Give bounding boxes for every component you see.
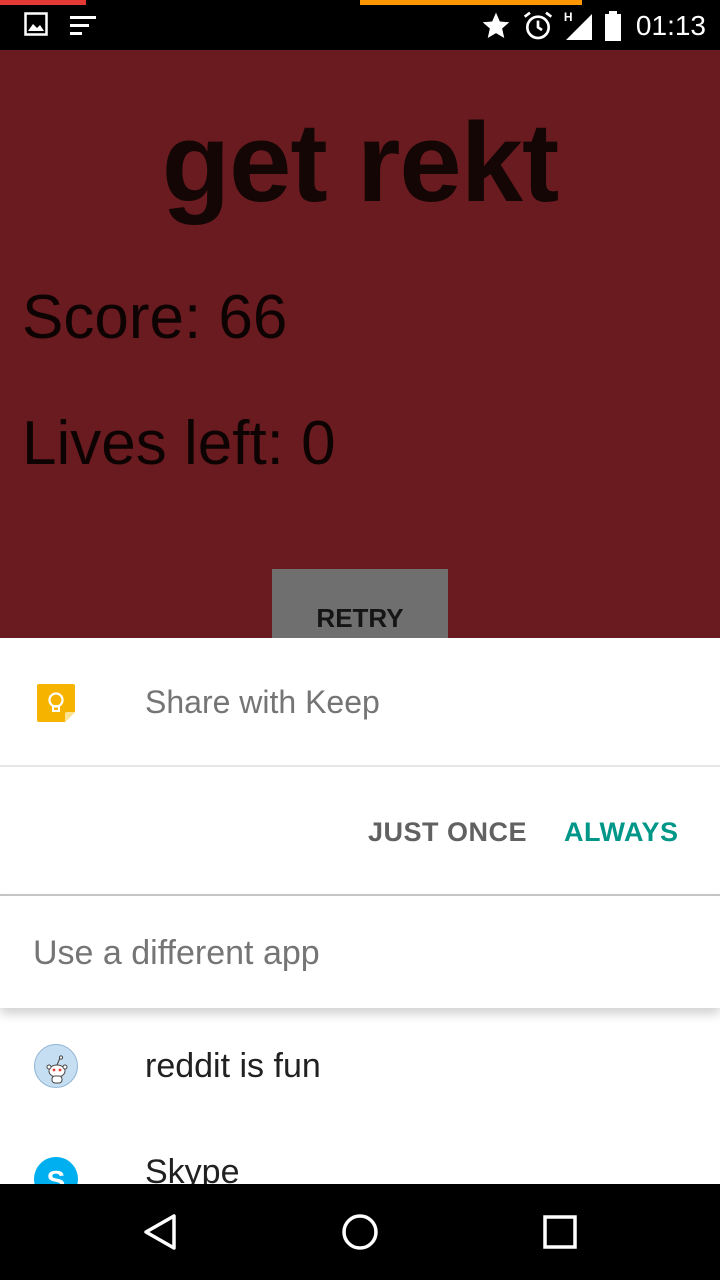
use-different-app-row[interactable]: Use a different app <box>0 896 720 1008</box>
alarm-icon <box>523 11 553 40</box>
lives-text: Lives left: 0 <box>22 409 336 478</box>
back-icon[interactable] <box>140 1212 180 1252</box>
game-over-title: get rekt <box>161 100 560 225</box>
keep-icon <box>37 684 75 722</box>
star-icon <box>482 12 510 38</box>
clock: 01:13 <box>635 10 706 41</box>
app-name: reddit is fun <box>145 1047 321 1085</box>
score-text: Score: 66 <box>22 283 288 352</box>
list-notification-icon <box>70 16 96 35</box>
svg-text:S: S <box>47 1165 66 1184</box>
action-buttons: JUST ONCE ALWAYS <box>0 767 720 894</box>
app-name: Skype <box>145 1153 240 1184</box>
use-different-app-label: Use a different app <box>33 934 320 972</box>
always-button[interactable]: ALWAYS <box>564 817 679 848</box>
recents-icon[interactable] <box>540 1212 580 1252</box>
home-icon[interactable] <box>340 1212 380 1252</box>
retry-button[interactable]: RETRY <box>272 569 448 638</box>
reddit-icon <box>34 1044 78 1088</box>
notification-accent-red <box>0 0 86 5</box>
share-sheet: Share with Keep JUST ONCE ALWAYS Use a d… <box>0 638 720 1184</box>
list-item-reddit[interactable]: reddit is fun <box>0 1008 720 1118</box>
game-over-screen: get rekt Score: 66 Lives left: 0 RETRY <box>0 50 720 638</box>
list-item-skype[interactable]: S Skype <box>0 1133 720 1184</box>
notification-accent-orange <box>360 0 582 5</box>
share-with-keep-row[interactable]: Share with Keep <box>0 638 720 766</box>
status-bar: H 01:13 <box>0 0 720 50</box>
image-notification-icon <box>24 12 48 36</box>
signal-icon: H <box>564 10 594 42</box>
just-once-button[interactable]: JUST ONCE <box>368 817 527 848</box>
skype-icon: S <box>34 1157 78 1184</box>
battery-icon <box>604 11 621 41</box>
share-with-keep-label: Share with Keep <box>145 684 380 720</box>
navigation-bar <box>0 1184 720 1280</box>
